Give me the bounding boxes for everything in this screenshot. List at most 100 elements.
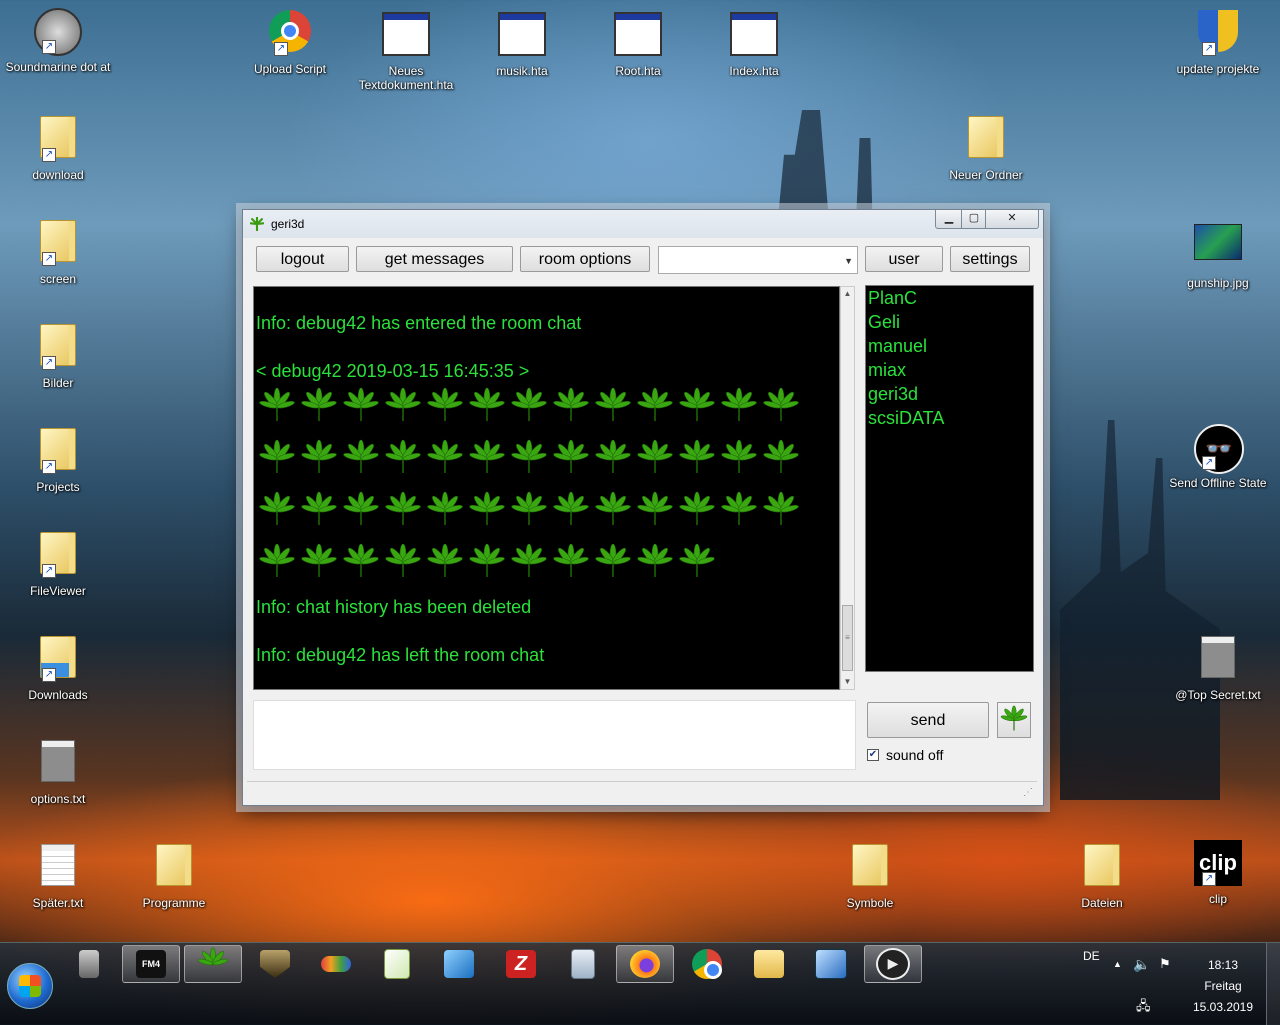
- windows-logo-icon: [19, 975, 41, 997]
- taskbar-infinity-app[interactable]: [307, 945, 365, 983]
- taskbar-notepad-plus-app[interactable]: [368, 945, 426, 983]
- leaf-emoticon-icon: [256, 437, 298, 481]
- user-list-item[interactable]: geri3d: [866, 382, 1033, 406]
- desktop-icon-dateien[interactable]: Dateien: [1047, 840, 1157, 910]
- room-options-button[interactable]: room options: [520, 246, 650, 272]
- desktop-icon-symbole[interactable]: Symbole: [815, 840, 925, 910]
- taskbar-firefox-app[interactable]: [616, 945, 674, 983]
- user-list[interactable]: PlanC Geli manuel miax geri3d scsiDATA: [865, 285, 1034, 672]
- desktop-icon-fileviewer[interactable]: ↗ FileViewer: [3, 528, 113, 598]
- chat-log[interactable]: Info: debug42 has entered the room chat …: [253, 286, 840, 690]
- fm4-icon: FM4: [136, 950, 166, 978]
- sound-off-label: sound off: [886, 747, 944, 763]
- clock[interactable]: 18:13 Freitag 15.03.2019: [1190, 955, 1256, 1018]
- taskbar-fm4-app[interactable]: FM4: [122, 945, 180, 983]
- action-center-flag-icon[interactable]: ⚑: [1159, 956, 1171, 972]
- desktop-icon-update-projekte[interactable]: ↗ update projekte: [1163, 8, 1273, 76]
- scroll-up-icon[interactable]: ▲: [841, 287, 854, 301]
- resize-grip-icon[interactable]: ⋰: [1023, 787, 1033, 798]
- leaf-emoticon-icon: [424, 437, 466, 481]
- chat-scrollbar[interactable]: ▲ ≡ ▼: [840, 286, 855, 690]
- leaf-emoticon-icon: [634, 541, 676, 585]
- scroll-thumb[interactable]: ≡: [842, 605, 853, 671]
- show-desktop-button[interactable]: [1266, 943, 1280, 1025]
- maximize-button[interactable]: ▢: [961, 210, 987, 229]
- scroll-down-icon[interactable]: ▼: [841, 675, 854, 689]
- desktop-icon-programme[interactable]: Programme: [119, 840, 229, 910]
- close-button[interactable]: ✕: [985, 210, 1039, 229]
- leaf-emoticon-icon: [592, 437, 634, 481]
- user-list-item[interactable]: scsiDATA: [866, 406, 1033, 430]
- network-tray-icon[interactable]: 🖧: [1136, 997, 1151, 1019]
- start-button[interactable]: [7, 963, 53, 1009]
- desktop-icon-musik-hta[interactable]: musik.hta: [467, 8, 577, 78]
- user-list-item[interactable]: miax: [866, 358, 1033, 382]
- leaf-emoticon-icon: [592, 489, 634, 533]
- title-bar[interactable]: geri3d ▁ ▢ ✕: [243, 210, 1043, 238]
- chat-info-left: Info: debug42 has left the room chat: [256, 645, 545, 665]
- user-list-item[interactable]: Geli: [866, 310, 1033, 334]
- desktop-icon-root-hta[interactable]: Root.hta: [583, 8, 693, 78]
- desktop-icon-downloads[interactable]: ↗ Downloads: [3, 632, 113, 702]
- hta-file-icon: [382, 12, 430, 60]
- user-list-item[interactable]: PlanC: [866, 286, 1033, 310]
- desktop-icon-spaeter-txt[interactable]: Später.txt: [3, 840, 113, 910]
- desktop-icon-download[interactable]: ↗ download: [3, 112, 113, 182]
- desktop-icon-projects[interactable]: ↗ Projects: [3, 424, 113, 494]
- desktop-icon-index-hta[interactable]: Index.hta: [699, 8, 809, 78]
- leaf-emoticon-icon: [340, 385, 382, 429]
- leaf-emoticon-icon: [760, 437, 802, 481]
- hta-file-icon: [498, 12, 546, 60]
- desktop-icon-upload-script[interactable]: ↗ Upload Script: [235, 8, 345, 76]
- room-select[interactable]: ▼: [658, 246, 858, 274]
- notepad-plus-icon: [384, 949, 410, 979]
- speaker-icon: [79, 950, 99, 978]
- taskbar-game-app[interactable]: [246, 945, 304, 983]
- taskbar-chrome-app[interactable]: [678, 945, 736, 983]
- taskbar-filezilla-app[interactable]: Z: [492, 945, 550, 983]
- leaf-row: [256, 437, 802, 481]
- user-button[interactable]: user: [865, 246, 943, 272]
- desktop-icon-top-secret[interactable]: @Top Secret.txt: [1163, 632, 1273, 702]
- language-indicator[interactable]: DE: [1083, 949, 1100, 963]
- leaf-emoticon-icon: [256, 489, 298, 533]
- taskbar-media-player-app[interactable]: ▶: [864, 945, 922, 983]
- desktop-icon-soundmarine[interactable]: ↗ Soundmarine dot at: [3, 8, 113, 74]
- taskbar-calculator-app[interactable]: [554, 945, 612, 983]
- taskbar-speaker-app[interactable]: [60, 945, 118, 983]
- desktop-icon-neuer-ordner[interactable]: Neuer Ordner: [931, 112, 1041, 182]
- folder-icon: [150, 844, 198, 892]
- leaf-emoticon-button[interactable]: [997, 702, 1031, 738]
- desktop-icon-gunship[interactable]: gunship.jpg: [1163, 216, 1273, 290]
- user-list-item[interactable]: manuel: [866, 334, 1033, 358]
- sound-off-checkbox[interactable]: ✔: [867, 749, 879, 761]
- volume-icon[interactable]: 🔈: [1133, 956, 1150, 973]
- settings-button[interactable]: settings: [950, 246, 1030, 272]
- minimize-button[interactable]: ▁: [935, 210, 963, 229]
- folder-icon: [1078, 844, 1126, 892]
- message-input[interactable]: [253, 700, 856, 770]
- shield-icon: ↗: [1194, 10, 1242, 58]
- taskbar-remote-desktop-app[interactable]: [802, 945, 860, 983]
- hta-file-icon: [730, 12, 778, 60]
- desktop-icon-neues-textdokument[interactable]: Neues Textdokument.hta: [351, 8, 461, 92]
- leaf-emoticon-icon: [508, 489, 550, 533]
- folder-icon: [962, 116, 1010, 164]
- taskbar-network-app[interactable]: [430, 945, 488, 983]
- desktop-icon-bilder[interactable]: ↗ Bilder: [3, 320, 113, 390]
- get-messages-button[interactable]: get messages: [356, 246, 513, 272]
- leaf-emoticon-icon: [340, 437, 382, 481]
- desktop-icon-screen[interactable]: ↗ screen: [3, 216, 113, 286]
- desktop-icon-send-offline-state[interactable]: 👓 ↗ Send Offline State: [1163, 424, 1273, 490]
- network-icon: [444, 950, 474, 978]
- logout-button[interactable]: logout: [256, 246, 349, 272]
- leaf-emoticon-icon: [466, 437, 508, 481]
- clock-day: Freitag: [1204, 979, 1242, 993]
- desktop-icon-clip[interactable]: clip ↗ clip: [1163, 840, 1273, 906]
- desktop-icon-options-txt[interactable]: options.txt: [3, 736, 113, 806]
- taskbar-file-explorer-app[interactable]: [740, 945, 798, 983]
- show-hidden-icons-icon[interactable]: ▲: [1113, 959, 1122, 969]
- send-button[interactable]: send: [867, 702, 989, 738]
- taskbar-geri3d-app[interactable]: [184, 945, 242, 983]
- leaf-emoticon-icon: [508, 437, 550, 481]
